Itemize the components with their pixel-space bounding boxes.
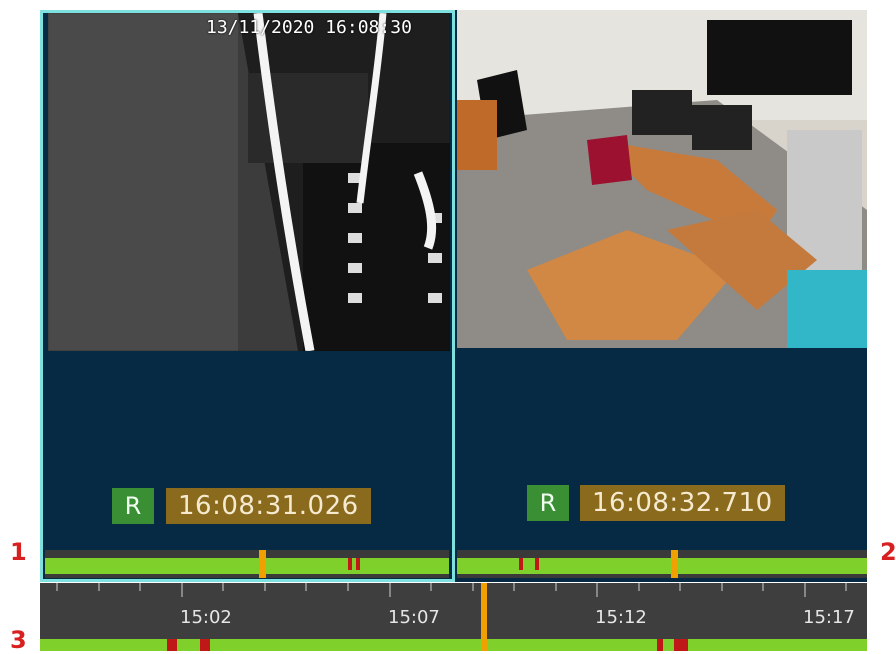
camera-2-number-label: 2	[880, 538, 896, 566]
camera-tile-2[interactable]: R 16:08:32.710	[455, 10, 867, 582]
timeline-playhead[interactable]	[481, 583, 487, 651]
camera-1-event-mark	[348, 558, 352, 570]
timeline-event-mark	[200, 639, 210, 651]
timeline-tick-label: 15:07	[388, 607, 440, 628]
camera-1-playhead[interactable]	[259, 550, 266, 578]
camera-1-video[interactable]: 13/11/2020 16:08:30	[48, 13, 450, 351]
camera-2-recording-badge: R	[527, 485, 569, 521]
camera-1-track[interactable]	[45, 550, 449, 578]
camera-1-playback-time: 16:08:31.026	[166, 488, 371, 524]
camera-2-playback-time: 16:08:32.710	[580, 485, 785, 521]
timeline-tick-label: 15:02	[180, 607, 232, 628]
camera-1-track-recorded	[45, 558, 449, 574]
camera-1-recording-badge: R	[112, 488, 154, 524]
timeline-event-mark	[657, 639, 663, 651]
timeline-event-mark	[167, 639, 177, 651]
camera-2-track[interactable]	[457, 550, 867, 578]
camera-2-event-mark	[535, 558, 539, 570]
camera-tile-1[interactable]: 13/11/2020 16:08:30 R 16:08:31.026	[40, 10, 455, 582]
camera-2-event-mark	[519, 558, 523, 570]
timeline-recorded-range	[40, 639, 867, 651]
timeline-number-label: 3	[10, 626, 27, 654]
timeline-tick-label: 15:12	[595, 607, 647, 628]
timeline-event-mark	[674, 639, 688, 651]
timeline-ticks	[56, 583, 847, 597]
camera-1-event-mark	[356, 558, 360, 570]
camera-1-number-label: 1	[10, 538, 27, 566]
timeline-tick-label: 15:17	[803, 607, 855, 628]
camera-2-video[interactable]	[457, 10, 867, 348]
camera-2-playhead[interactable]	[671, 550, 678, 578]
camera-1-overlay-timestamp: 13/11/2020 16:08:30	[206, 17, 412, 38]
global-timeline[interactable]: 15:02 15:07 15:12 15:17	[40, 583, 867, 651]
